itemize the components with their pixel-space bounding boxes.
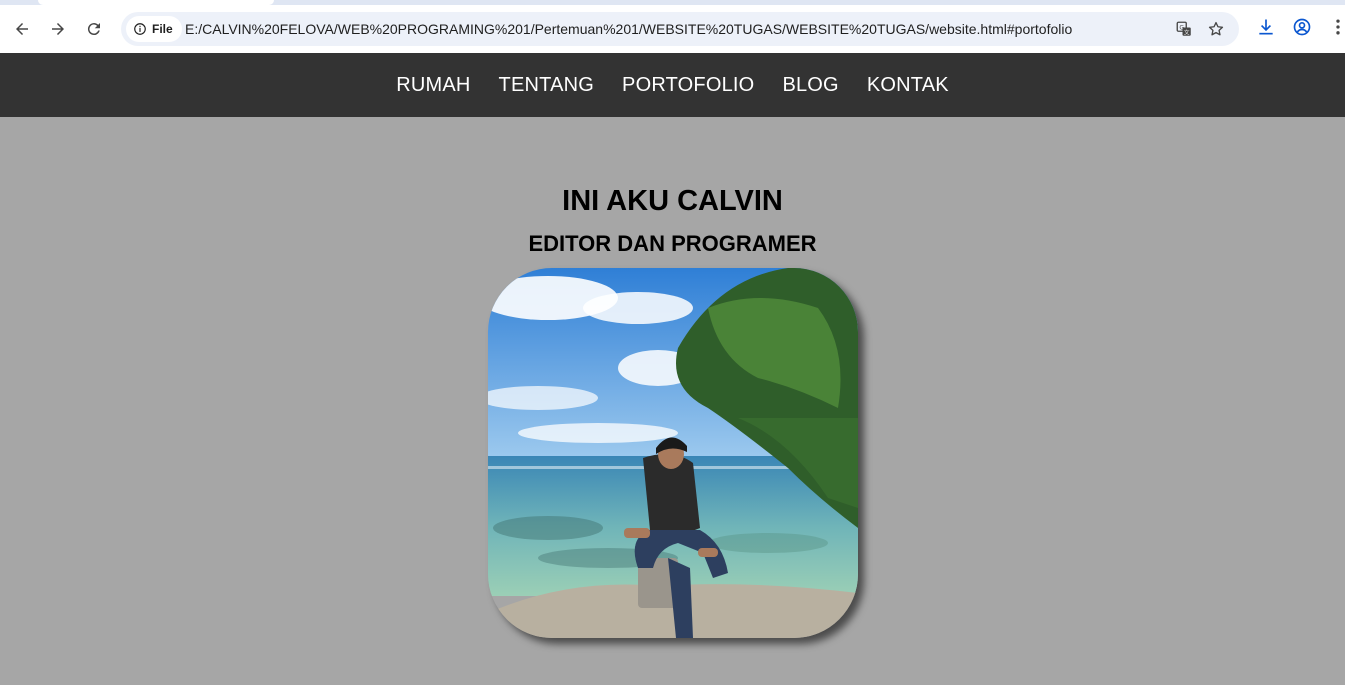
tab-strip xyxy=(0,0,1345,5)
site-chip-label: File xyxy=(152,22,173,36)
nav-link-kontak[interactable]: KONTAK xyxy=(867,74,949,97)
address-bar[interactable]: File E:/CALVIN%20FELOVA/WEB%20PROGRAMING… xyxy=(121,12,1239,46)
url-text[interactable]: E:/CALVIN%20FELOVA/WEB%20PROGRAMING%201/… xyxy=(185,21,1072,37)
beach-portrait-image xyxy=(488,268,858,638)
hero-subtitle: EDITOR DAN PROGRAMER xyxy=(528,231,817,256)
downloads-button[interactable] xyxy=(1255,16,1277,38)
active-tab[interactable] xyxy=(38,0,274,5)
hero-title: INI AKU CALVIN xyxy=(562,185,783,217)
translate-button[interactable]: G文 xyxy=(1174,19,1194,39)
nav-link-rumah[interactable]: RUMAH xyxy=(396,74,470,97)
reload-icon xyxy=(87,23,100,36)
star-icon xyxy=(1208,21,1224,36)
info-icon xyxy=(134,23,146,35)
profile-icon xyxy=(1293,18,1311,36)
forward-arrow-icon xyxy=(52,23,64,35)
profile-button[interactable] xyxy=(1291,16,1313,38)
nav-link-tentang[interactable]: TENTANG xyxy=(499,74,594,97)
profile-photo xyxy=(488,268,858,638)
nav-link-portofolio[interactable]: PORTOFOLIO xyxy=(622,74,754,97)
nav-link-blog[interactable]: BLOG xyxy=(782,74,838,97)
translate-icon: G文 xyxy=(1176,21,1191,36)
forward-button[interactable] xyxy=(44,15,72,43)
back-button[interactable] xyxy=(8,15,36,43)
browser-toolbar: File E:/CALVIN%20FELOVA/WEB%20PROGRAMING… xyxy=(0,0,1345,53)
back-arrow-icon xyxy=(16,23,28,35)
reload-button[interactable] xyxy=(80,15,108,43)
more-vert-icon xyxy=(1336,19,1340,35)
download-icon xyxy=(1259,19,1273,35)
site-navbar: RUMAH TENTANG PORTOFOLIO BLOG KONTAK xyxy=(0,53,1345,117)
site-info-chip[interactable]: File xyxy=(126,16,182,42)
bookmark-button[interactable] xyxy=(1206,19,1226,39)
browser-menu-button[interactable] xyxy=(1327,16,1345,38)
